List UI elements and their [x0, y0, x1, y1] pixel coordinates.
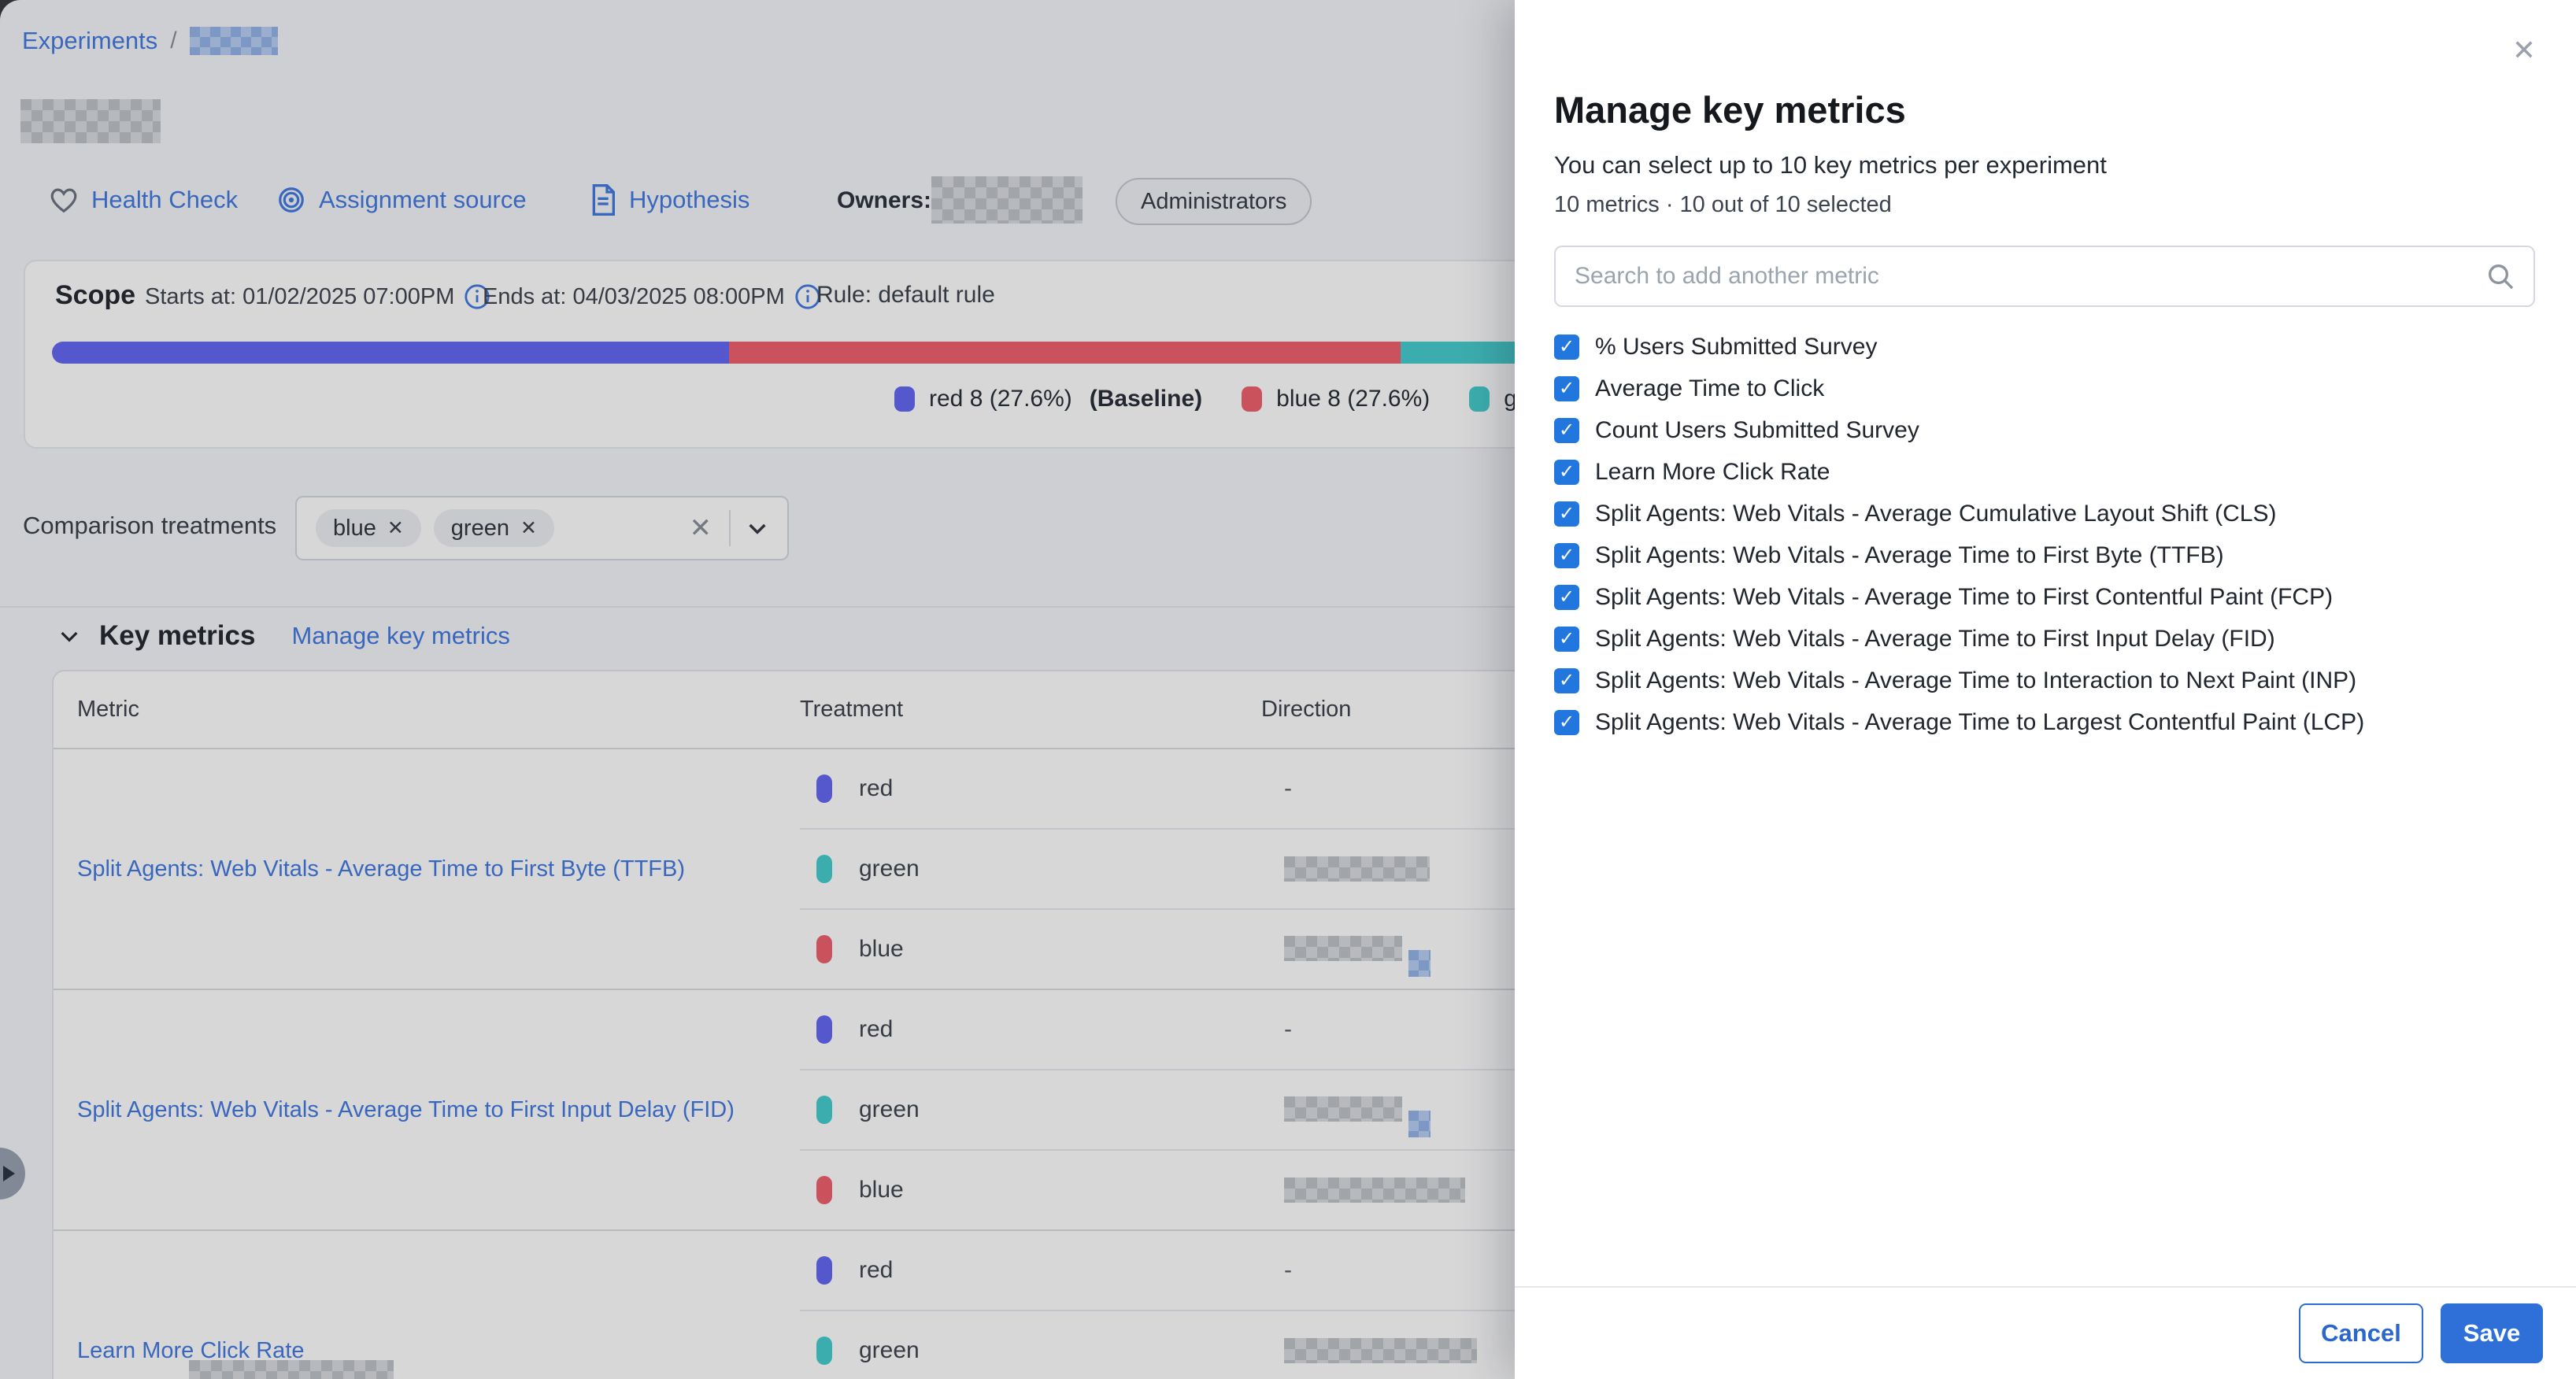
- checkbox-checked[interactable]: ✓: [1554, 335, 1579, 360]
- metric-checkbox-row: ✓ Learn More Click Rate: [1554, 451, 2545, 493]
- search-icon: [2485, 261, 2516, 292]
- metric-checkbox-row: ✓ % Users Submitted Survey: [1554, 326, 2545, 368]
- metric-search-input[interactable]: [1556, 263, 2485, 290]
- metric-checkbox-row: ✓ Split Agents: Web Vitals - Average Time…: [1554, 660, 2545, 701]
- checkbox-checked[interactable]: ✓: [1554, 376, 1579, 401]
- checkbox-checked[interactable]: ✓: [1554, 585, 1579, 610]
- metric-checkbox-row: ✓ Count Users Submitted Survey: [1554, 409, 2545, 451]
- metric-search-box: [1554, 246, 2535, 307]
- metric-checkbox-label: Learn More Click Rate: [1595, 459, 1830, 486]
- checkbox-checked[interactable]: ✓: [1554, 543, 1579, 568]
- metric-checkbox-label: Split Agents: Web Vitals - Average Time …: [1595, 542, 2224, 569]
- panel-selection-count: 10 metrics · 10 out of 10 selected: [1554, 192, 1892, 218]
- metric-checkbox-label: Average Time to Click: [1595, 375, 1824, 402]
- metric-checkbox-label: Split Agents: Web Vitals - Average Time …: [1595, 709, 2364, 736]
- panel-title: Manage key metrics: [1554, 88, 1906, 131]
- metric-checkbox-label: % Users Submitted Survey: [1595, 334, 1877, 360]
- metric-checkbox-label: Count Users Submitted Survey: [1595, 417, 1919, 444]
- metric-checkbox-row: ✓ Split Agents: Web Vitals - Average Time…: [1554, 701, 2545, 743]
- cancel-button[interactable]: Cancel: [2299, 1303, 2423, 1363]
- metric-checkbox-row: ✓ Split Agents: Web Vitals - Average Time…: [1554, 534, 2545, 576]
- manage-key-metrics-panel: ✕ Manage key metrics You can select up t…: [1515, 0, 2576, 1379]
- checkbox-checked[interactable]: ✓: [1554, 460, 1579, 485]
- save-button[interactable]: Save: [2441, 1303, 2543, 1363]
- checkbox-checked[interactable]: ✓: [1554, 668, 1579, 693]
- close-icon[interactable]: ✕: [2505, 31, 2543, 69]
- metric-checkbox-row: ✓ Split Agents: Web Vitals - Average Cumu…: [1554, 493, 2545, 534]
- checkbox-checked[interactable]: ✓: [1554, 418, 1579, 443]
- metric-checkbox-list: ✓ % Users Submitted Survey ✓ Average Time t…: [1554, 326, 2545, 743]
- metric-checkbox-row: ✓ Split Agents: Web Vitals - Average Time…: [1554, 618, 2545, 660]
- checkbox-checked[interactable]: ✓: [1554, 627, 1579, 652]
- metric-checkbox-label: Split Agents: Web Vitals - Average Time …: [1595, 626, 2275, 653]
- checkbox-checked[interactable]: ✓: [1554, 710, 1579, 735]
- metric-checkbox-label: Split Agents: Web Vitals - Average Time …: [1595, 584, 2333, 611]
- metric-checkbox-row: ✓ Split Agents: Web Vitals - Average Time…: [1554, 576, 2545, 618]
- checkbox-checked[interactable]: ✓: [1554, 501, 1579, 527]
- panel-subtitle: You can select up to 10 key metrics per …: [1554, 151, 2107, 179]
- metric-checkbox-label: Split Agents: Web Vitals - Average Time …: [1595, 667, 2356, 694]
- metric-checkbox-label: Split Agents: Web Vitals - Average Cumul…: [1595, 501, 2276, 527]
- app-window: Experiments / Health Check Assignment so…: [0, 0, 2576, 1379]
- metric-checkbox-row: ✓ Average Time to Click: [1554, 368, 2545, 409]
- panel-footer: Cancel Save: [1515, 1286, 2576, 1379]
